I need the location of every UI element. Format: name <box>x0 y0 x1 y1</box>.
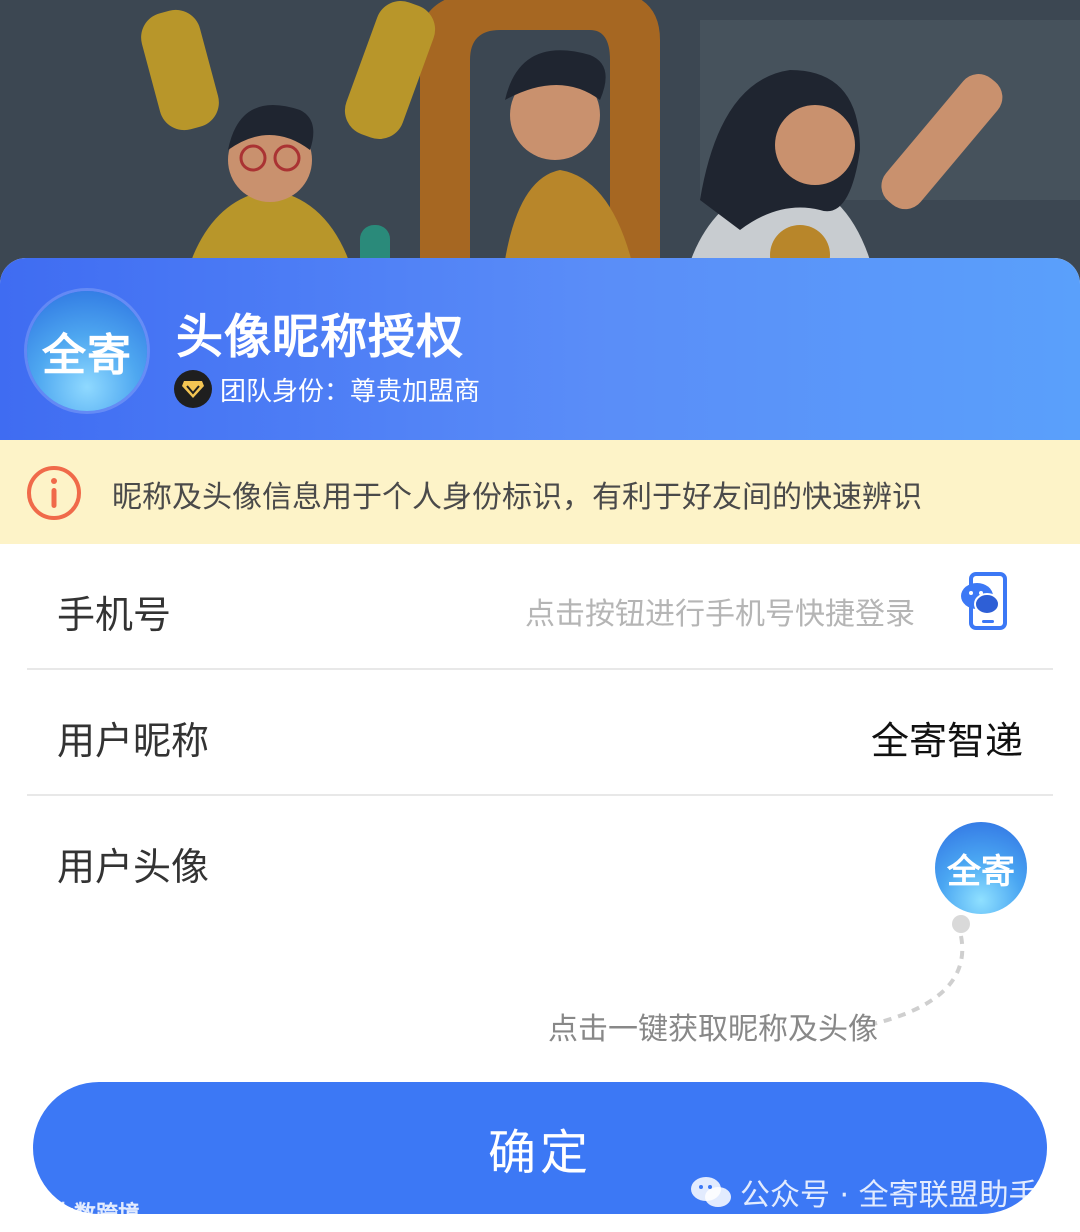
nickname-value[interactable]: 全寄智递 <box>871 710 1023 765</box>
wechat-phone-icon[interactable] <box>959 572 1009 630</box>
app-logo: 全寄 <box>27 291 147 411</box>
notice-bar: 昵称及头像信息用于个人身份标识，有利于好友间的快速辨识 <box>0 440 1080 544</box>
info-circle-icon <box>27 466 81 520</box>
background-illustration <box>0 0 1080 300</box>
wechat-icon <box>691 1177 731 1207</box>
brand-icon <box>8 1202 44 1222</box>
notice-text: 昵称及头像信息用于个人身份标识，有利于好友间的快速辨识 <box>112 480 922 515</box>
page-title: 头像昵称授权 <box>176 310 464 365</box>
nickname-row[interactable]: 用户昵称 全寄智递 <box>27 670 1053 796</box>
avatar-button[interactable]: 全寄 <box>935 822 1027 914</box>
diamond-icon <box>174 370 212 408</box>
corner-watermark-text: 大数跨境 <box>52 1202 141 1227</box>
auth-page: 全寄 头像昵称授权 团队身份：尊贵加盟商 昵称及头像信息用于个人身份标识，有利于… <box>0 0 1080 1232</box>
avatar-label: 用户头像 <box>57 845 210 889</box>
wechat-watermark: 公众号 · 全寄联盟助手 <box>690 1170 1039 1214</box>
dashed-pointer-line <box>872 915 970 1026</box>
wechat-watermark-text: 公众号 · 全寄联盟助手 <box>740 1178 1039 1213</box>
corner-watermark: 大数跨境 <box>8 1196 140 1228</box>
get-profile-hint[interactable]: 点击一键获取昵称及头像 <box>548 1004 878 1048</box>
phone-label: 手机号 <box>57 593 172 637</box>
app-logo-text: 全寄 <box>42 330 132 381</box>
nickname-label: 用户昵称 <box>57 719 210 763</box>
team-identity-text: 团队身份：尊贵加盟商 <box>220 376 481 407</box>
avatar-row: 用户头像 全寄 点击一键获取昵称及头像 <box>27 796 1053 1086</box>
phone-row[interactable]: 手机号 点击按钮进行手机号快捷登录 <box>27 544 1053 670</box>
avatar-text: 全寄 <box>947 851 1015 892</box>
team-identity: 团队身份：尊贵加盟商 <box>174 370 480 408</box>
authorization-sheet: 全寄 头像昵称授权 团队身份：尊贵加盟商 昵称及头像信息用于个人身份标识，有利于… <box>0 258 1080 1232</box>
phone-login-hint[interactable]: 点击按钮进行手机号快捷登录 <box>525 589 915 633</box>
sheet-header: 全寄 头像昵称授权 团队身份：尊贵加盟商 <box>0 258 1080 440</box>
